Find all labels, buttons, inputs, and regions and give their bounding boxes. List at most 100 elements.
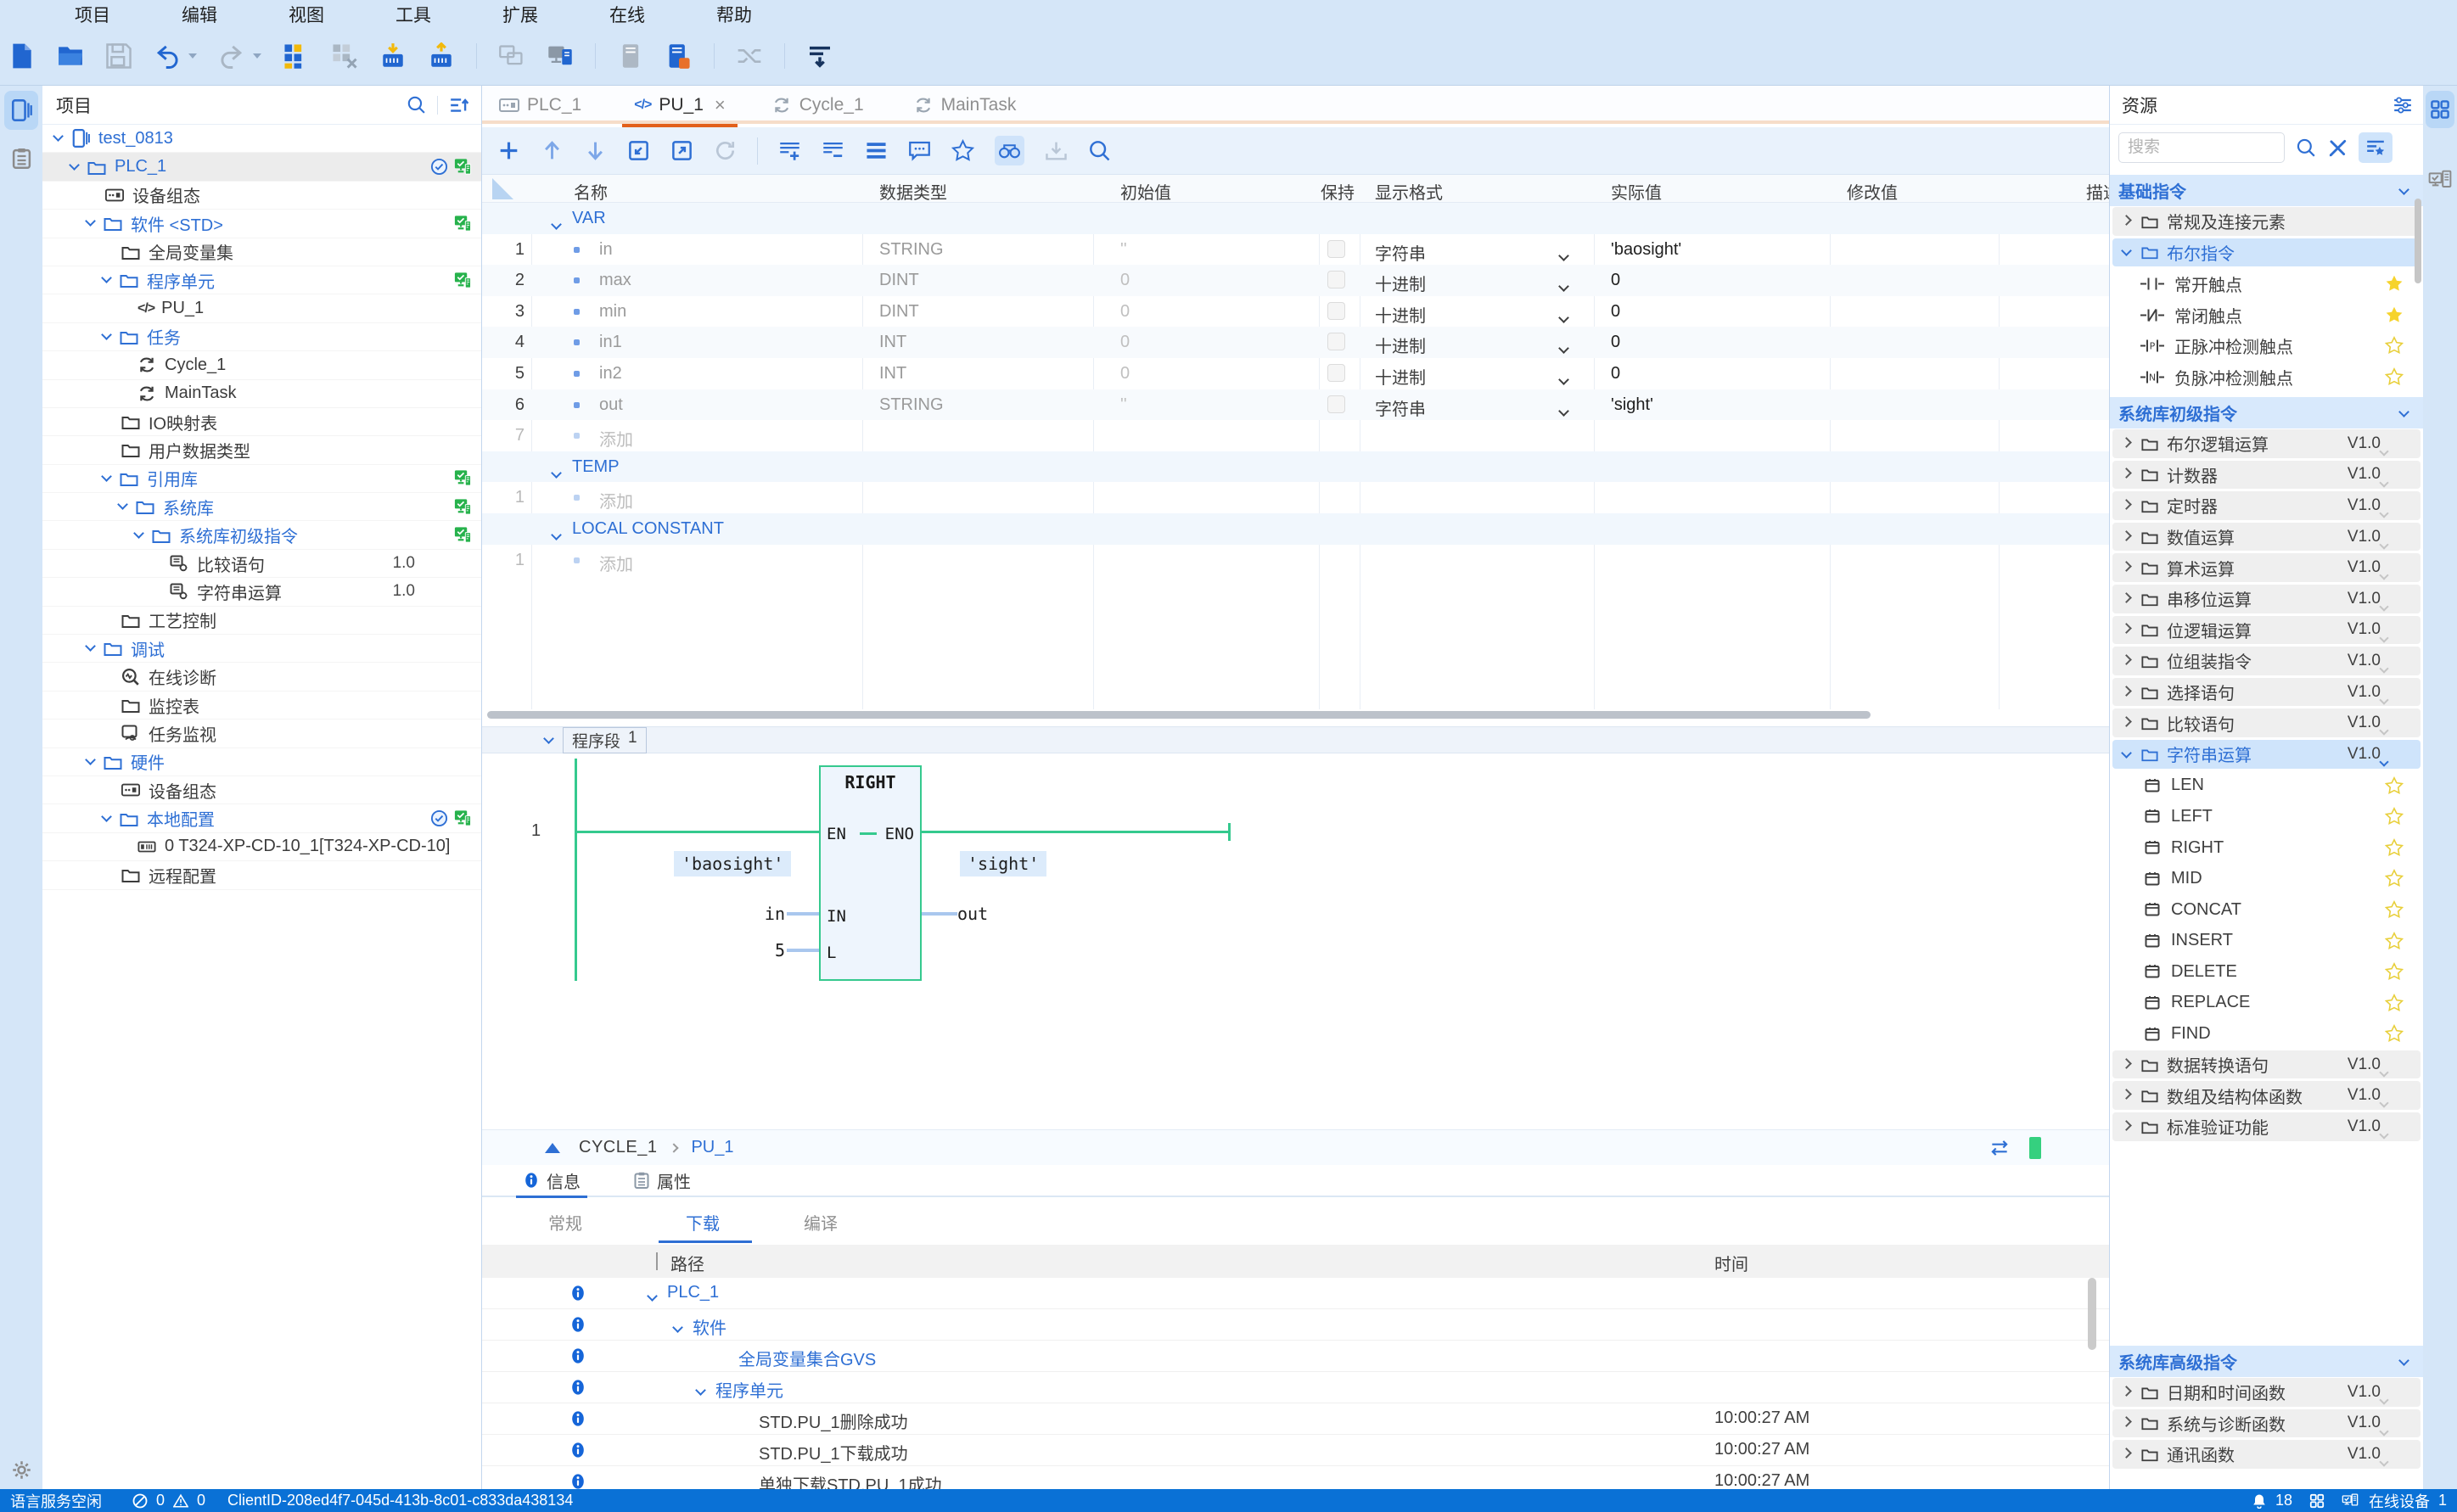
chevron-down-icon[interactable] — [85, 216, 96, 227]
menu-tools[interactable]: 工具 — [395, 2, 431, 27]
section-header[interactable]: 系统库初级指令 — [2110, 397, 2423, 428]
subtab-general[interactable]: 常规 — [548, 1210, 582, 1235]
search-input[interactable] — [2118, 132, 2285, 163]
errors-icon[interactable] — [132, 1493, 148, 1509]
close-icon[interactable]: × — [715, 94, 726, 116]
star-icon[interactable] — [2385, 776, 2404, 795]
tree-item-debug[interactable]: 调试 — [42, 635, 481, 663]
resource-instruction[interactable]: LEFT — [2110, 801, 2423, 832]
resource-category[interactable]: 数值运算V1.0 — [2110, 522, 2423, 553]
section-header[interactable]: 基础指令 — [2110, 175, 2423, 206]
retain-checkbox[interactable] — [1327, 240, 1345, 258]
display-format-select[interactable]: 字符串 — [1375, 395, 1426, 420]
resource-category[interactable]: 标准验证功能V1.0 — [2110, 1112, 2423, 1143]
favorite-filter-button[interactable] — [2359, 132, 2392, 163]
tree-item-compare-lib[interactable]: 比较语句1.0 — [42, 550, 481, 578]
tree-item-system-lib[interactable]: 系统库 — [42, 493, 481, 521]
message-row[interactable]: STD.PU_1删除成功10:00:27 AM — [482, 1403, 2109, 1435]
tree-item-device-config[interactable]: 设备组态 — [42, 182, 481, 210]
tree-item-project[interactable]: test_0813 — [42, 125, 481, 153]
insert-row-icon[interactable] — [778, 139, 801, 162]
panel-layout-tab[interactable] — [2426, 91, 2454, 128]
resource-category[interactable]: 算术运算V1.0 — [2110, 552, 2423, 584]
operand-l-value[interactable]: 5 — [694, 940, 785, 960]
delete-row-icon[interactable] — [822, 139, 844, 162]
display-format-select[interactable]: 字符串 — [1375, 240, 1426, 265]
resource-category[interactable]: 计数器V1.0 — [2110, 460, 2423, 491]
tab-properties[interactable]: 属性 — [626, 1164, 698, 1196]
sort-list-icon[interactable] — [449, 96, 469, 115]
tree-item-io-map[interactable]: IO映射表 — [42, 408, 481, 436]
tree-item-program-units[interactable]: 程序单元 — [42, 266, 481, 294]
upload-from-device-icon[interactable] — [428, 42, 455, 70]
resource-category[interactable]: 数组及结构体函数V1.0 — [2110, 1080, 2423, 1112]
chevron-down-icon[interactable] — [101, 329, 112, 340]
chevron-down-icon[interactable] — [85, 641, 96, 652]
star-icon[interactable] — [2385, 336, 2404, 355]
select-all-corner[interactable] — [492, 178, 513, 199]
resource-instruction[interactable]: 正脉冲检测触点 — [2110, 330, 2423, 361]
tab-info[interactable]: 信息 — [516, 1164, 587, 1196]
menu-help[interactable]: 帮助 — [716, 2, 752, 27]
resource-instruction[interactable]: CONCAT — [2110, 894, 2423, 926]
resource-category[interactable]: 定时器V1.0 — [2110, 490, 2423, 522]
resource-category[interactable]: 通讯函数V1.0 — [2110, 1439, 2423, 1470]
var-section-temp[interactable]: TEMP — [482, 451, 2109, 483]
grid-icon[interactable] — [2309, 1493, 2325, 1509]
edit-tools-icon[interactable] — [2327, 137, 2348, 158]
move-down-icon[interactable] — [584, 139, 607, 162]
scrollbar-thumb[interactable] — [487, 711, 1871, 719]
tree-item-software-std[interactable]: 软件 <STD> — [42, 210, 481, 238]
sort-download-icon[interactable] — [806, 42, 833, 70]
go-online-icon[interactable] — [547, 42, 574, 70]
bell-icon[interactable] — [2252, 1493, 2267, 1509]
menu-online[interactable]: 在线 — [609, 2, 645, 27]
var-section-local-constant[interactable]: LOCAL CONSTANT — [482, 513, 2109, 545]
resource-instruction[interactable]: MID — [2110, 863, 2423, 894]
tree-item-maintask[interactable]: MainTask — [42, 380, 481, 408]
chevron-down-icon[interactable] — [101, 272, 112, 283]
add-variable-icon[interactable] — [497, 139, 520, 162]
tree-item-task-monitor[interactable]: 任务监视 — [42, 720, 481, 748]
export-icon[interactable] — [670, 139, 693, 162]
resource-category[interactable]: 数据转换语句V1.0 — [2110, 1050, 2423, 1081]
star-icon[interactable] — [2385, 305, 2404, 324]
subtab-download[interactable]: 下载 — [686, 1210, 720, 1235]
resource-category[interactable]: 常规及连接元素 — [2110, 206, 2423, 238]
star-icon[interactable] — [2385, 900, 2404, 919]
online-device-icon[interactable] — [2340, 1493, 2360, 1509]
chevron-down-icon[interactable] — [647, 1291, 658, 1302]
network-header[interactable]: 程序段1 — [482, 726, 2109, 753]
tree-item-system-lib-basic[interactable]: 系统库初级指令 — [42, 521, 481, 549]
hardware-catalog-icon[interactable] — [283, 42, 310, 70]
resource-instruction[interactable]: RIGHT — [2110, 832, 2423, 864]
display-format-select[interactable]: 十进制 — [1375, 302, 1426, 327]
operand-out-var[interactable]: out — [957, 904, 988, 924]
search-icon[interactable] — [2296, 137, 2316, 158]
new-project-icon[interactable] — [8, 42, 36, 70]
star-icon[interactable] — [2385, 838, 2404, 857]
var-row-in2[interactable]: 5in2INT0十进制0 — [482, 358, 2109, 389]
operand-out-value[interactable]: 'sight' — [960, 851, 1046, 876]
breadcrumb-pu1[interactable]: PU_1 — [691, 1138, 733, 1157]
move-up-icon[interactable] — [541, 139, 564, 162]
tree-item-user-types[interactable]: 用户数据类型 — [42, 436, 481, 464]
chevron-down-icon[interactable] — [543, 733, 554, 744]
chevron-down-icon[interactable] — [69, 160, 80, 171]
chevron-down-icon[interactable] — [101, 811, 112, 822]
import-icon[interactable] — [627, 139, 650, 162]
star-icon[interactable] — [2385, 994, 2404, 1012]
display-format-select[interactable]: 十进制 — [1375, 333, 1426, 357]
display-format-select[interactable]: 十进制 — [1375, 271, 1426, 295]
resource-instruction[interactable]: REPLACE — [2110, 988, 2423, 1019]
chevron-down-icon[interactable] — [85, 754, 96, 765]
resource-category[interactable]: 日期和时间函数V1.0 — [2110, 1377, 2423, 1408]
resource-category[interactable]: 位逻辑运算V1.0 — [2110, 615, 2423, 647]
star-icon[interactable] — [2385, 869, 2404, 888]
temp-add-row[interactable]: 1添加 — [482, 482, 2109, 513]
resource-instruction[interactable]: 常闭触点 — [2110, 300, 2423, 331]
undo-icon[interactable] — [154, 42, 181, 70]
tree-item-local-config[interactable]: 本地配置 — [42, 804, 481, 832]
tree-item-tasks[interactable]: 任务 — [42, 323, 481, 351]
chevron-down-icon[interactable] — [672, 1322, 683, 1333]
